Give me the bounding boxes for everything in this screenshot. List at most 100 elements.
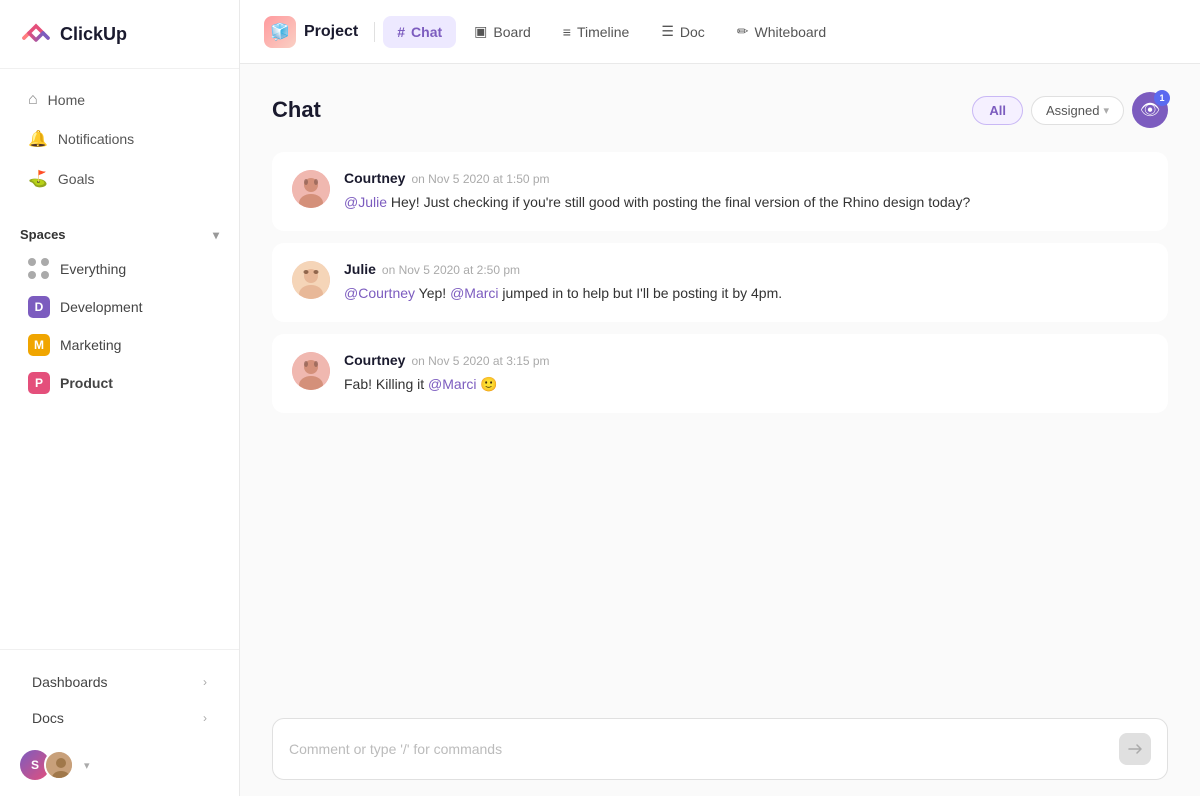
board-icon: ▣ bbox=[474, 23, 487, 40]
sidebar-item-goals[interactable]: ⛳ Goals bbox=[8, 159, 231, 199]
sidebar-item-development[interactable]: D Development bbox=[8, 288, 231, 326]
project-title: 🧊 Project bbox=[264, 16, 358, 48]
main-content: 🧊 Project # Chat ▣ Board ≡ Timeline ☰ Do… bbox=[240, 0, 1200, 796]
sidebar-item-notifications[interactable]: 🔔 Notifications bbox=[8, 119, 231, 159]
hash-icon: # bbox=[397, 24, 405, 40]
avatar-user bbox=[44, 750, 74, 780]
chat-header: Chat All Assigned ▾ 👁 1 bbox=[272, 92, 1168, 128]
avatar-courtney-1 bbox=[292, 170, 330, 208]
msg-3-text: Fab! Killing it @Marci 🙂 bbox=[344, 374, 1148, 395]
filter-all-button[interactable]: All bbox=[972, 96, 1023, 125]
msg-3-author: Courtney bbox=[344, 352, 405, 368]
chevron-right-icon-docs: › bbox=[203, 711, 207, 725]
main-nav: ⌂ Home 🔔 Notifications ⛳ Goals bbox=[0, 69, 239, 211]
whiteboard-icon: ✏ bbox=[737, 23, 749, 40]
tab-doc-label: Doc bbox=[680, 24, 705, 40]
sidebar-item-notifications-label: Notifications bbox=[58, 131, 134, 147]
tab-board-label: Board bbox=[493, 24, 530, 40]
msg-1-mention: @Julie bbox=[344, 194, 387, 210]
chevron-down-icon: ▾ bbox=[213, 228, 219, 242]
spaces-section: Spaces ▾ Everything D Development M Mark… bbox=[0, 211, 239, 410]
logo-area: ClickUp bbox=[0, 0, 239, 69]
msg-2-body2: jumped in to help but I'll be posting it… bbox=[502, 285, 782, 301]
app-name: ClickUp bbox=[60, 24, 127, 45]
chevron-filter-icon: ▾ bbox=[1103, 104, 1109, 117]
tab-whiteboard-label: Whiteboard bbox=[755, 24, 827, 40]
comment-placeholder: Comment or type '/' for commands bbox=[289, 741, 502, 757]
message-2: Julie on Nov 5 2020 at 2:50 pm @Courtney… bbox=[272, 243, 1168, 322]
nav-divider bbox=[374, 22, 375, 42]
spaces-label: Spaces bbox=[20, 227, 66, 242]
sidebar-item-goals-label: Goals bbox=[58, 171, 95, 187]
sidebar-item-docs-label: Docs bbox=[32, 710, 64, 726]
product-badge: P bbox=[28, 372, 50, 394]
chat-title: Chat bbox=[272, 97, 321, 123]
msg-3-time: on Nov 5 2020 at 3:15 pm bbox=[411, 354, 549, 368]
avatar-julie-1 bbox=[292, 261, 330, 299]
chat-area: Chat All Assigned ▾ 👁 1 bbox=[240, 64, 1200, 702]
sidebar-item-dashboards-label: Dashboards bbox=[32, 674, 108, 690]
message-1: Courtney on Nov 5 2020 at 1:50 pm @Julie… bbox=[272, 152, 1168, 231]
send-button[interactable] bbox=[1119, 733, 1151, 765]
filter-assigned-button[interactable]: Assigned ▾ bbox=[1031, 96, 1124, 125]
tab-whiteboard[interactable]: ✏ Whiteboard bbox=[723, 15, 840, 48]
sidebar-item-marketing[interactable]: M Marketing bbox=[8, 326, 231, 364]
timeline-icon: ≡ bbox=[563, 24, 571, 40]
msg-2-author: Julie bbox=[344, 261, 376, 277]
sidebar-item-home[interactable]: ⌂ Home bbox=[8, 81, 231, 119]
msg-1-author: Courtney bbox=[344, 170, 405, 186]
sidebar-item-dashboards[interactable]: Dashboards › bbox=[20, 666, 219, 698]
sidebar: ClickUp ⌂ Home 🔔 Notifications ⛳ Goals S… bbox=[0, 0, 240, 796]
marketing-badge: M bbox=[28, 334, 50, 356]
filter-assigned-label: Assigned bbox=[1046, 103, 1099, 118]
tab-timeline[interactable]: ≡ Timeline bbox=[549, 16, 644, 48]
msg-2-header: Julie on Nov 5 2020 at 2:50 pm bbox=[344, 261, 1148, 277]
tab-chat[interactable]: # Chat bbox=[383, 16, 456, 48]
project-name: Project bbox=[304, 23, 358, 41]
top-nav: 🧊 Project # Chat ▣ Board ≡ Timeline ☰ Do… bbox=[240, 0, 1200, 64]
spaces-header[interactable]: Spaces ▾ bbox=[0, 219, 239, 250]
watch-button[interactable]: 👁 1 bbox=[1132, 92, 1168, 128]
sidebar-item-everything[interactable]: Everything bbox=[8, 250, 231, 288]
everything-icon bbox=[28, 258, 50, 280]
doc-icon: ☰ bbox=[661, 23, 674, 40]
msg-3-content: Courtney on Nov 5 2020 at 3:15 pm Fab! K… bbox=[344, 352, 1148, 395]
msg-2-mention2: @Marci bbox=[450, 285, 498, 301]
project-icon: 🧊 bbox=[264, 16, 296, 48]
msg-2-content: Julie on Nov 5 2020 at 2:50 pm @Courtney… bbox=[344, 261, 1148, 304]
sidebar-item-product-label: Product bbox=[60, 375, 113, 391]
send-icon bbox=[1127, 741, 1143, 757]
bell-icon: 🔔 bbox=[28, 129, 48, 149]
tab-chat-label: Chat bbox=[411, 24, 442, 40]
sidebar-item-docs[interactable]: Docs › bbox=[20, 702, 219, 734]
comment-box[interactable]: Comment or type '/' for commands bbox=[272, 718, 1168, 780]
sidebar-item-product[interactable]: P Product bbox=[8, 364, 231, 402]
trophy-icon: ⛳ bbox=[28, 169, 48, 189]
msg-3-body1: Fab! Killing it bbox=[344, 376, 428, 392]
messages-list: Courtney on Nov 5 2020 at 1:50 pm @Julie… bbox=[272, 152, 1168, 702]
sidebar-item-marketing-label: Marketing bbox=[60, 337, 121, 353]
msg-2-body1: Yep! bbox=[419, 285, 450, 301]
avatar-courtney-2 bbox=[292, 352, 330, 390]
chevron-down-user[interactable]: ▾ bbox=[84, 759, 90, 772]
development-badge: D bbox=[28, 296, 50, 318]
msg-2-time: on Nov 5 2020 at 2:50 pm bbox=[382, 263, 520, 277]
user-avatars: S bbox=[20, 750, 74, 780]
tab-doc[interactable]: ☰ Doc bbox=[647, 15, 718, 48]
tab-timeline-label: Timeline bbox=[577, 24, 629, 40]
home-icon: ⌂ bbox=[28, 91, 38, 109]
message-3: Courtney on Nov 5 2020 at 3:15 pm Fab! K… bbox=[272, 334, 1168, 413]
msg-2-text: @Courtney Yep! @Marci jumped in to help … bbox=[344, 283, 1148, 304]
comment-input-area: Comment or type '/' for commands bbox=[240, 702, 1200, 796]
msg-3-header: Courtney on Nov 5 2020 at 3:15 pm bbox=[344, 352, 1148, 368]
watch-notification-badge: 1 bbox=[1154, 90, 1170, 106]
user-area: S ▾ bbox=[20, 750, 219, 780]
courtney-face-icon bbox=[292, 170, 330, 208]
msg-1-text: @Julie Hey! Just checking if you're stil… bbox=[344, 192, 1148, 213]
tab-board[interactable]: ▣ Board bbox=[460, 15, 545, 48]
sidebar-bottom: Dashboards › Docs › S ▾ bbox=[0, 649, 239, 796]
chat-filters: All Assigned ▾ 👁 1 bbox=[972, 92, 1168, 128]
julie-face-icon bbox=[292, 261, 330, 299]
msg-1-body: Hey! Just checking if you're still good … bbox=[391, 194, 970, 210]
msg-1-content: Courtney on Nov 5 2020 at 1:50 pm @Julie… bbox=[344, 170, 1148, 213]
